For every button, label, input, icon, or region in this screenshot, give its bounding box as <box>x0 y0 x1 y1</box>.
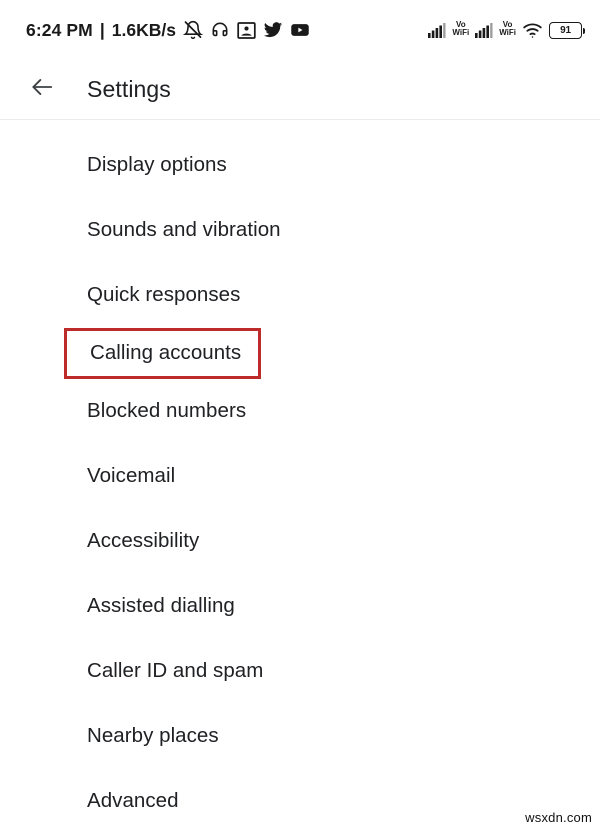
status-network-speed: 1.6KB/s <box>111 19 176 40</box>
vowifi-indicator: Vo WiFi <box>499 21 516 37</box>
signal-bars-icon <box>428 22 446 38</box>
list-item-calling-accounts[interactable]: Calling accounts <box>64 328 261 379</box>
photo-icon <box>237 21 256 40</box>
arrow-left-icon <box>29 74 55 105</box>
headphones-icon <box>210 20 230 40</box>
bell-muted-icon <box>182 20 203 40</box>
list-item-label: Sounds and vibration <box>87 218 281 242</box>
list-item-label: Display options <box>87 153 227 177</box>
status-network-separator: | <box>99 19 105 40</box>
list-item-assisted-dialling[interactable]: Assisted dialling <box>0 574 600 639</box>
list-item-advanced[interactable]: Advanced <box>0 769 600 834</box>
back-button[interactable] <box>22 70 62 110</box>
list-item-caller-id-and-spam[interactable]: Caller ID and spam <box>0 639 600 704</box>
status-clock: 6:24 PM <box>26 19 93 40</box>
list-item-accessibility[interactable]: Accessibility <box>0 509 600 574</box>
list-item-blocked-numbers[interactable]: Blocked numbers <box>0 379 600 444</box>
list-item-sounds-and-vibration[interactable]: Sounds and vibration <box>0 198 600 263</box>
list-item-label: Calling accounts <box>90 341 242 365</box>
watermark: wsxdn.com <box>525 810 592 825</box>
youtube-icon <box>290 20 310 40</box>
list-item-label: Quick responses <box>87 283 241 307</box>
page-title: Settings <box>87 76 171 102</box>
vowifi-line-2: WiFi <box>452 28 470 37</box>
list-item-label: Assisted dialling <box>87 594 235 618</box>
list-item-quick-responses[interactable]: Quick responses <box>0 263 600 328</box>
wifi-icon <box>522 22 543 39</box>
status-bar-left: 6:24 PM | 1.6KB/s <box>26 20 310 41</box>
app-bar: Settings <box>0 60 600 119</box>
list-item-label: Voicemail <box>87 464 176 488</box>
battery-icon: 91 <box>549 21 585 39</box>
list-item-nearby-places[interactable]: Nearby places <box>0 704 600 769</box>
vowifi-indicator: Vo WiFi <box>452 21 469 37</box>
signal-bars-icon <box>475 22 493 38</box>
status-bar-right: Vo WiFi Vo WiFi 91 <box>428 21 585 39</box>
twitter-icon <box>263 20 283 40</box>
list-item-label: Accessibility <box>87 529 200 553</box>
list-item-label: Advanced <box>87 789 179 813</box>
list-item-label: Blocked numbers <box>87 399 247 423</box>
status-bar: 6:24 PM | 1.6KB/s Vo WiFi Vo WiFi 91 <box>0 0 600 60</box>
settings-list: Display options Sounds and vibration Qui… <box>0 120 600 834</box>
list-item-label: Nearby places <box>87 724 219 748</box>
vowifi-line-2: WiFi <box>499 28 516 37</box>
battery-level: 91 <box>560 24 571 36</box>
list-item-voicemail[interactable]: Voicemail <box>0 444 600 509</box>
list-item-display-options[interactable]: Display options <box>0 133 600 198</box>
list-item-label: Caller ID and spam <box>87 659 264 683</box>
